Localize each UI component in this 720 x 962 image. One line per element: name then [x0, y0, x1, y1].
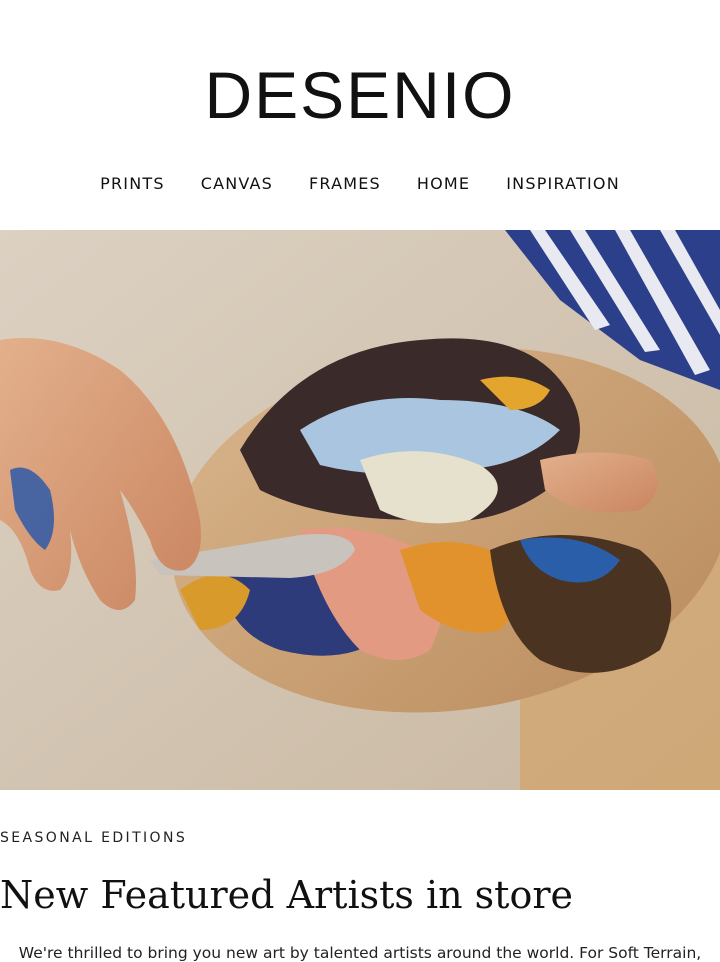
- body-paragraph: We're thrilled to bring you new art by t…: [18, 944, 702, 962]
- email-header: DESENIO PRINTS CANVAS FRAMES HOME INSPIR…: [0, 0, 720, 230]
- nav-item-home[interactable]: HOME: [417, 174, 470, 193]
- desenio-logo[interactable]: DESENIO: [0, 60, 720, 130]
- eyebrow-label: SEASONAL EDITIONS: [0, 830, 188, 846]
- main-nav: PRINTS CANVAS FRAMES HOME INSPIRATION: [0, 174, 720, 193]
- hero-image[interactable]: [0, 230, 720, 790]
- artist-palette-photo: [0, 230, 720, 790]
- nav-item-prints[interactable]: PRINTS: [100, 174, 165, 193]
- nav-item-canvas[interactable]: CANVAS: [201, 174, 273, 193]
- nav-item-inspiration[interactable]: INSPIRATION: [506, 174, 620, 193]
- headline: New Featured Artists in store: [0, 873, 573, 917]
- nav-item-frames[interactable]: FRAMES: [309, 174, 381, 193]
